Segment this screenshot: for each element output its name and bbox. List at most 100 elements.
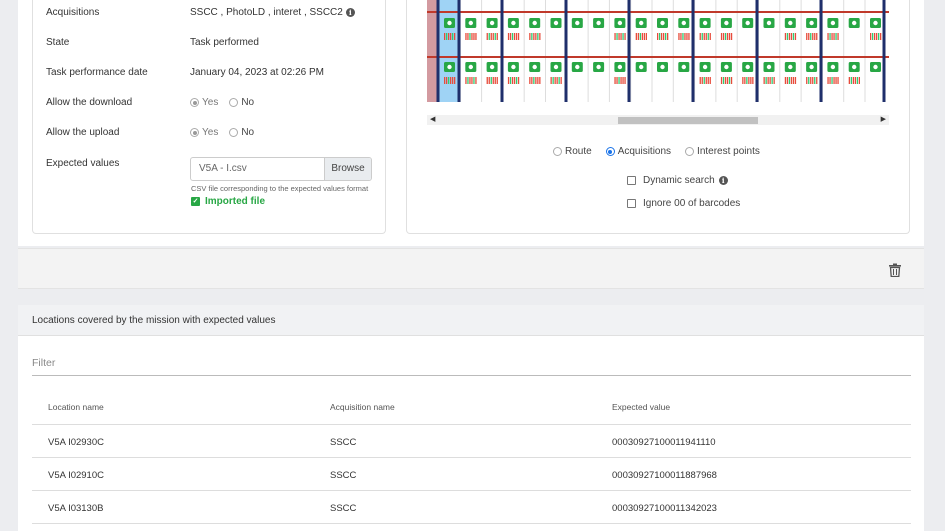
dynamic-search-option[interactable]: Dynamic search i <box>627 175 728 186</box>
barcode-stripe <box>552 77 554 84</box>
barcode-stripe <box>705 77 707 84</box>
csv-help-text: CSV file corresponding to the expected v… <box>191 184 369 193</box>
barcode-stripe <box>529 33 531 40</box>
barcode-stripe <box>858 77 860 84</box>
camera-lens <box>511 64 516 70</box>
map-scrollbar[interactable]: ◀ ▶ <box>427 115 889 125</box>
column-header-acquisition[interactable]: Acquisition name <box>330 402 395 412</box>
barcode-stripe <box>645 33 647 40</box>
barcode-stripe <box>533 33 535 40</box>
barcode-stripe <box>667 33 669 40</box>
barcode-stripe <box>709 33 711 40</box>
locations-panel: Locations covered by the mission with ex… <box>18 305 924 531</box>
checkbox-icon[interactable] <box>627 176 636 185</box>
barcode-stripe <box>475 33 477 40</box>
barcode-stripe <box>790 33 793 40</box>
checkbox-icon[interactable] <box>627 199 636 208</box>
scroll-right-icon[interactable]: ▶ <box>881 115 886 125</box>
filter-input[interactable]: Filter <box>32 357 911 376</box>
allow-upload-no[interactable]: No <box>229 127 254 138</box>
scroll-thumb[interactable] <box>617 117 758 124</box>
barcode-stripe <box>471 77 473 84</box>
barcode-stripe <box>852 77 854 84</box>
camera-lens <box>788 20 793 26</box>
dynamic-search-label: Dynamic search <box>643 175 715 186</box>
barcode-stripe <box>720 33 723 40</box>
barcode-stripe <box>707 77 709 84</box>
imported-label: Imported file <box>205 196 266 207</box>
trash-icon[interactable] <box>888 263 902 277</box>
allow-download-yes[interactable]: Yes <box>190 97 218 108</box>
barcode-stripe <box>494 33 496 40</box>
camera-lens <box>830 64 836 70</box>
barcode-stripe <box>515 33 518 40</box>
browse-button[interactable]: Browse <box>324 158 371 180</box>
camera-lens <box>660 64 665 70</box>
barcode-stripe <box>448 33 450 40</box>
column-header-location[interactable]: Location name <box>48 402 104 412</box>
radio-icon <box>685 147 695 156</box>
camera-lens <box>830 20 836 26</box>
scroll-left-icon[interactable]: ◀ <box>430 115 435 125</box>
barcode-stripe <box>684 33 686 40</box>
barcode-stripe <box>531 33 533 40</box>
info-icon[interactable]: i <box>345 8 355 17</box>
barcode-stripe <box>810 77 812 84</box>
barcode-stripe <box>490 33 492 40</box>
view-interest-points-option[interactable]: Interest points <box>685 146 760 157</box>
barcode-stripe <box>833 77 835 84</box>
camera-lens <box>511 20 516 26</box>
view-acquisitions-option[interactable]: Acquisitions <box>605 146 672 157</box>
file-name: V5A - I.csv <box>199 163 247 174</box>
camera-lens <box>702 20 708 26</box>
allow-download-no[interactable]: No <box>229 97 254 108</box>
acquisitions-label: Acquisitions <box>46 7 100 18</box>
mission-details-card: Acquisitions SSCC , PhotoLD , interet , … <box>32 0 386 234</box>
ignore-zeros-label: Ignore 00 of barcodes <box>643 198 741 209</box>
table-row[interactable]: V5A I02910C SSCC 00030927100011887968 <box>32 458 911 491</box>
barcode-stripe <box>624 33 626 40</box>
barcode-stripe <box>703 33 705 40</box>
location-cell: V5A I03130B <box>48 503 104 514</box>
camera-lens <box>447 20 452 26</box>
camera-lens <box>468 20 473 26</box>
barcode-stripe <box>709 77 711 84</box>
barcode-stripe <box>808 33 810 40</box>
barcode-stripe <box>624 77 626 84</box>
allow-upload-yes[interactable]: Yes <box>190 127 218 138</box>
expected-values-file-input[interactable]: V5A - I.csv Browse <box>190 157 372 181</box>
barcode-stripe <box>773 77 775 84</box>
camera-lens <box>873 20 878 26</box>
allow-download-label: Allow the download <box>46 97 133 108</box>
acquisition-cell: SSCC <box>330 470 357 481</box>
barcode-stripe <box>450 33 452 40</box>
barcode-stripe <box>507 33 510 40</box>
warehouse-map[interactable] <box>427 0 889 102</box>
barcode-stripe <box>827 33 829 40</box>
barcode-stripe <box>808 77 810 84</box>
view-mode-radios: Route Acquisitions Interest points <box>553 146 766 157</box>
expected-value-cell: 00030927100011342023 <box>612 503 717 514</box>
barcode-stripe <box>786 77 789 84</box>
view-route-option[interactable]: Route <box>553 146 592 157</box>
acquisitions-view-label: Acquisitions <box>617 146 672 157</box>
column-header-expected-value[interactable]: Expected value <box>612 402 670 412</box>
barcode-stripe <box>473 33 475 40</box>
camera-lens <box>617 20 623 26</box>
barcode-stripe <box>726 33 729 40</box>
barcode-stripe <box>509 77 512 84</box>
barcode-stripe <box>531 77 533 84</box>
barcode-stripe <box>850 77 852 84</box>
barcode-stripe <box>750 77 752 84</box>
barcode-stripe <box>637 33 639 40</box>
barcode-stripe <box>806 77 808 84</box>
ignore-zeros-option[interactable]: Ignore 00 of barcodes <box>627 198 740 209</box>
barcode-stripe <box>786 33 789 40</box>
table-row[interactable]: V5A I02930C SSCC 00030927100011941110 <box>32 425 911 458</box>
info-icon[interactable]: i <box>718 176 728 185</box>
barcode-stripe <box>835 33 837 40</box>
acquisition-cell: SSCC <box>330 437 357 448</box>
barcode-stripe <box>452 33 454 40</box>
table-row[interactable]: V5A I03130B SSCC 00030927100011342023 <box>32 491 911 524</box>
barcode-stripe <box>765 77 767 84</box>
